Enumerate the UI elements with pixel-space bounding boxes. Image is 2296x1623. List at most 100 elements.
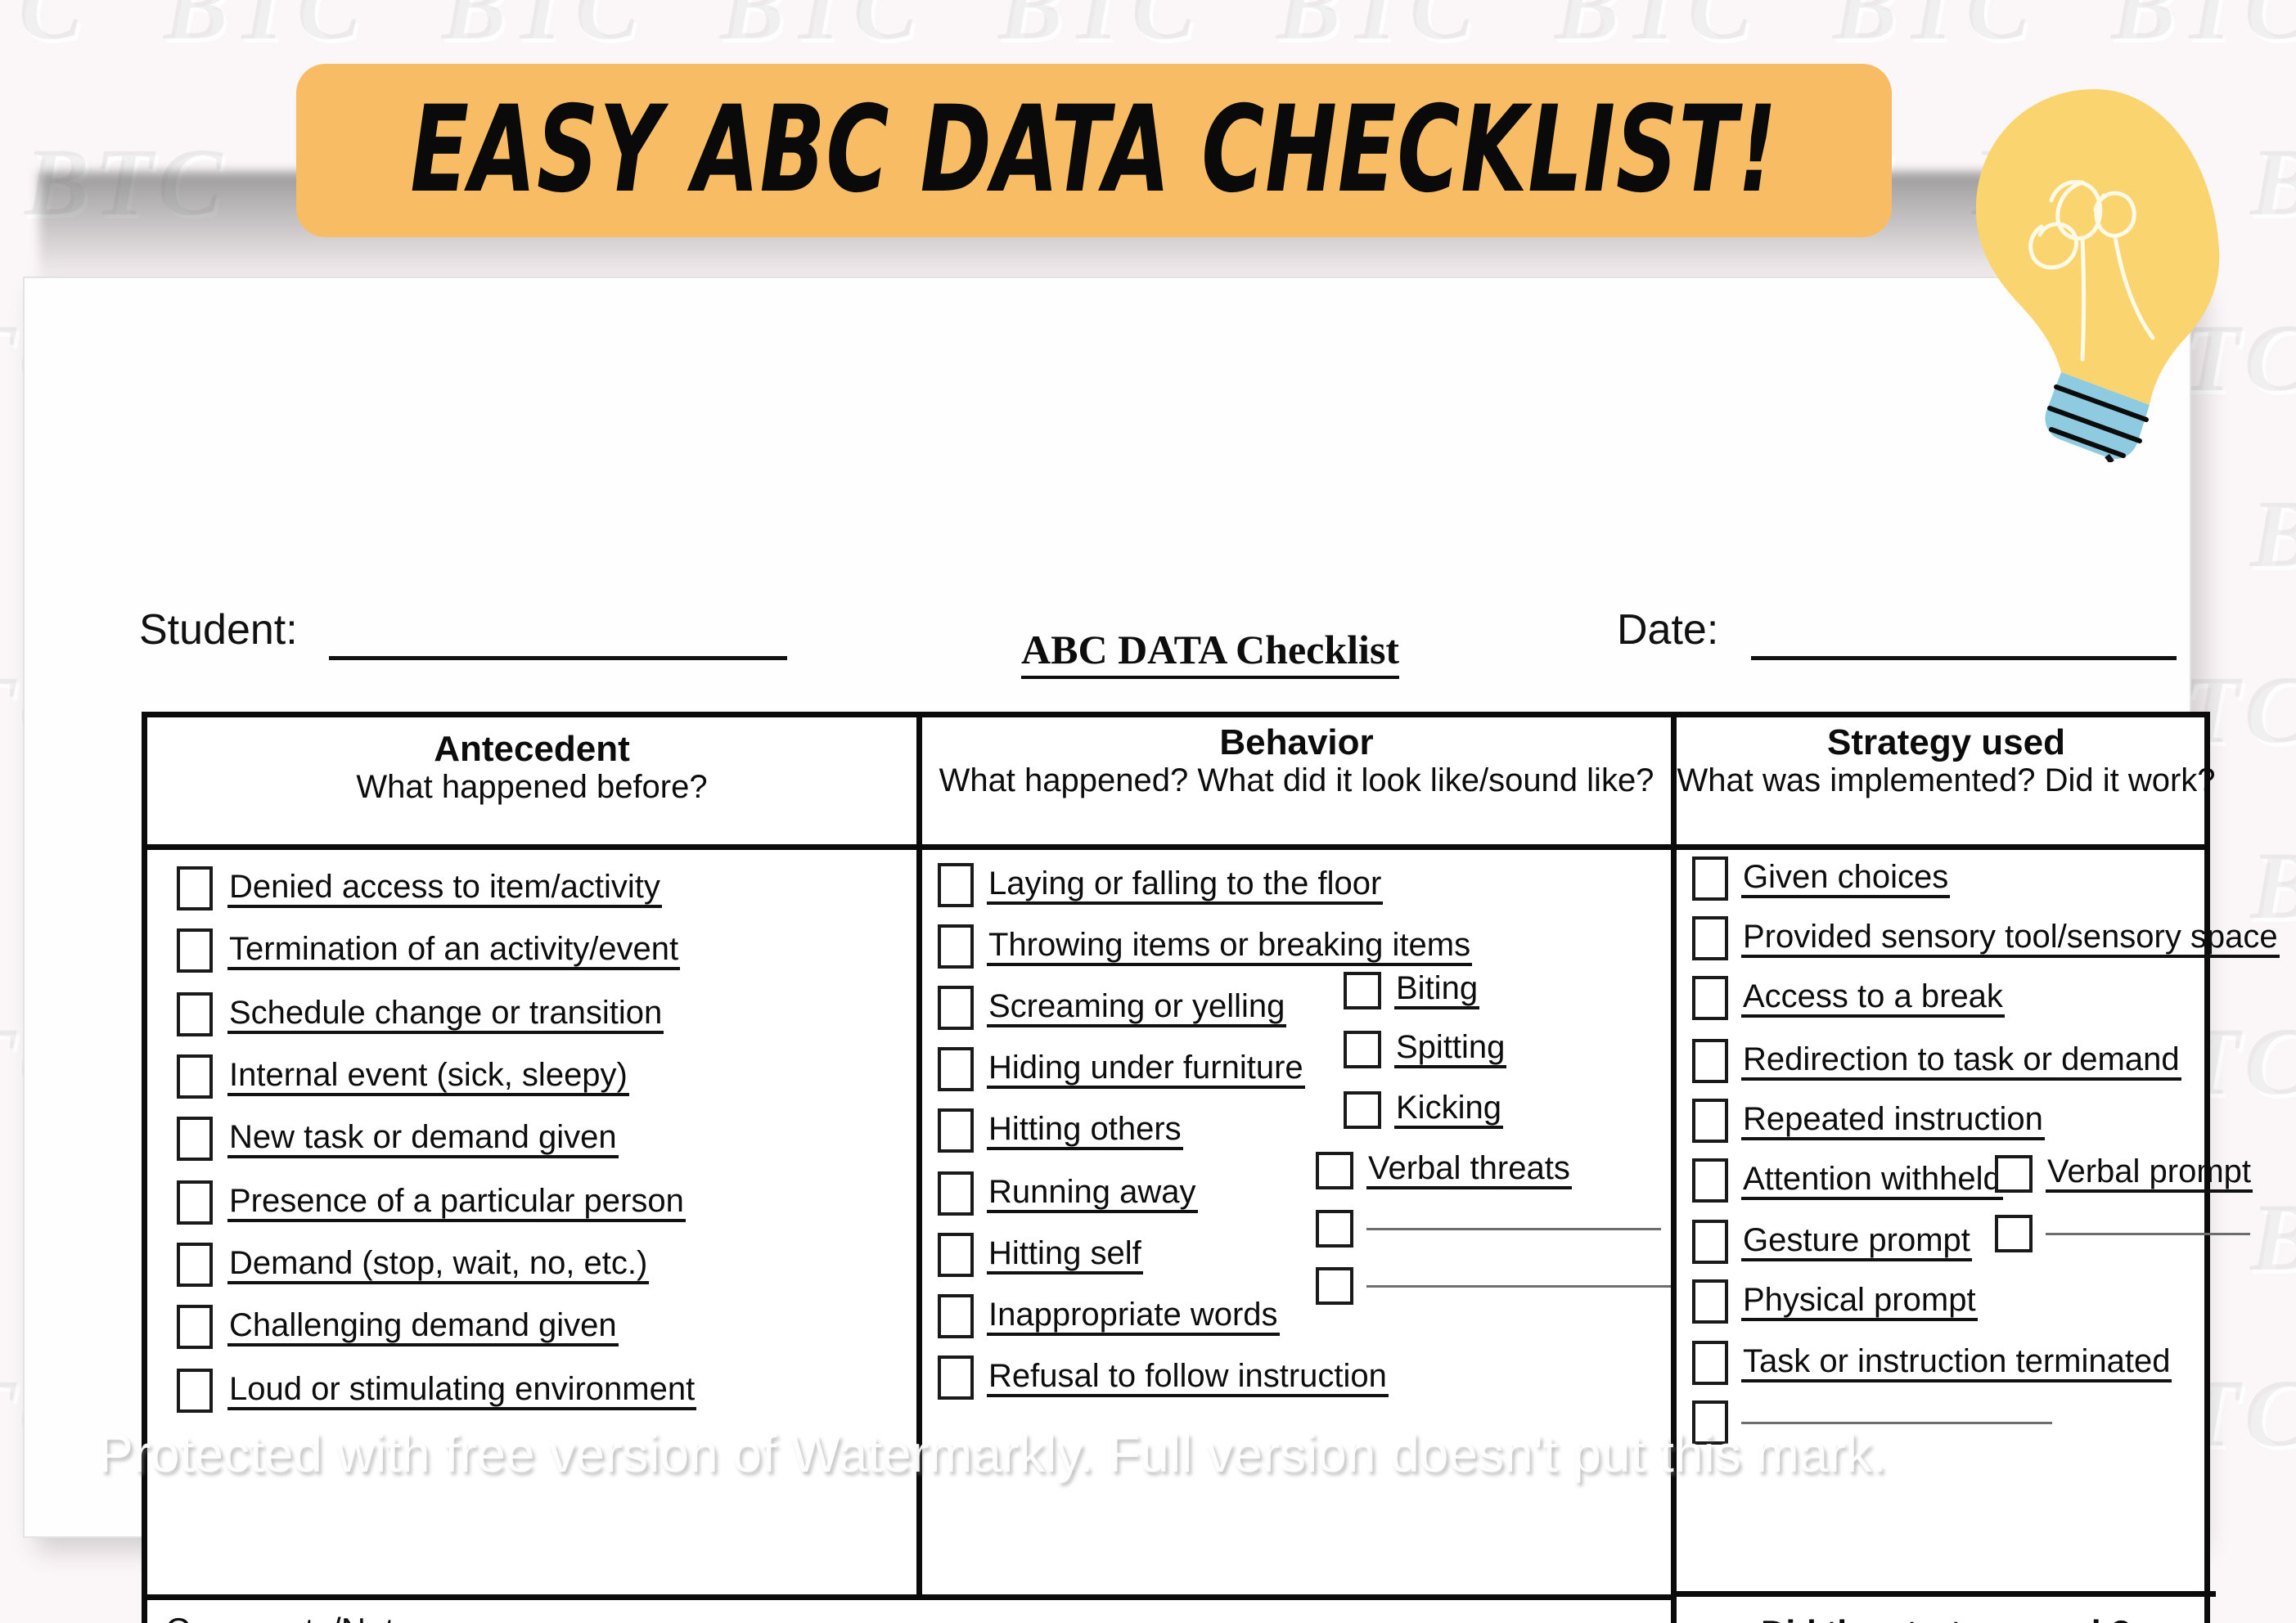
checklist-item[interactable]: Attention withheld — [1692, 1158, 2003, 1203]
checkbox[interactable] — [1692, 1400, 1728, 1445]
checkbox[interactable] — [1692, 976, 1728, 1020]
antecedent-title: Antecedent — [434, 729, 630, 769]
checkbox[interactable] — [1995, 1154, 2033, 1193]
title-banner: EASY ABC DATA CHECKLIST! — [296, 64, 1892, 237]
checkbox[interactable] — [1316, 1210, 1353, 1248]
checkbox[interactable] — [938, 1047, 974, 1091]
checklist-item-label: Verbal prompt — [2046, 1154, 2253, 1193]
abc-table: Antecedent What happened before? Behavio… — [142, 712, 2280, 1623]
checkbox[interactable] — [1344, 1090, 1381, 1129]
checklist-item-label: Physical prompt — [1741, 1283, 1978, 1321]
strategy-rule — [1671, 1591, 2216, 1597]
checklist-item[interactable]: Redirection to task or demand — [1692, 1039, 2181, 1083]
checklist-item[interactable]: Spitting — [1344, 1030, 1507, 1068]
checklist-item[interactable]: Running away — [938, 1171, 1198, 1216]
btc-watermark-tile: BTC — [1833, 0, 2036, 60]
body-rule — [147, 1594, 1671, 1600]
checkbox[interactable] — [177, 1054, 213, 1099]
checklist-item[interactable]: Presence of a particular person — [177, 1180, 686, 1225]
checklist-item[interactable]: Provided sensory tool/sensory space — [1692, 916, 2280, 960]
checklist-item[interactable]: Demand (stop, wait, no, etc.) — [177, 1243, 650, 1287]
checkbox[interactable] — [1995, 1215, 2033, 1252]
date-input-line[interactable] — [1751, 656, 2177, 660]
checklist-item-label: Gesture prompt — [1741, 1223, 1972, 1261]
checkbox[interactable] — [177, 992, 213, 1036]
checklist-item[interactable]: Hitting others — [938, 1108, 1183, 1153]
write-in-line[interactable] — [1741, 1421, 2052, 1424]
write-in-line[interactable] — [1366, 1284, 1671, 1288]
checklist-item-label: Kicking — [1394, 1090, 1503, 1129]
checklist-item-label: Redirection to task or demand — [1741, 1042, 2181, 1081]
checkbox[interactable] — [177, 1369, 213, 1413]
checklist-item[interactable] — [1995, 1215, 2250, 1252]
checklist-item[interactable] — [1316, 1267, 1671, 1305]
checkbox[interactable] — [1692, 1039, 1728, 1083]
btc-watermark-tile: BTC — [0, 0, 88, 60]
checklist-item[interactable]: Verbal prompt — [1995, 1154, 2253, 1193]
checkbox[interactable] — [1316, 1267, 1353, 1305]
checkbox[interactable] — [177, 1305, 213, 1349]
checkbox[interactable] — [1344, 1030, 1381, 1068]
student-input-line[interactable] — [329, 656, 787, 660]
checklist-item-label: Hitting others — [987, 1112, 1183, 1150]
checkbox[interactable] — [938, 1355, 974, 1400]
checkbox[interactable] — [1316, 1151, 1353, 1189]
checkbox[interactable] — [177, 1243, 213, 1287]
checklist-item[interactable]: Loud or stimulating environment — [177, 1369, 697, 1413]
checkbox[interactable] — [1692, 1158, 1728, 1203]
checkbox[interactable] — [1692, 1099, 1728, 1143]
did-strategy-work-question: Did the strategy work? — [1677, 1613, 2216, 1623]
checklist-item[interactable]: Refusal to follow instruction — [938, 1355, 1389, 1400]
checklist-item[interactable]: New task or demand given — [177, 1117, 619, 1161]
checklist-item[interactable]: Schedule change or transition — [177, 992, 664, 1036]
checklist-item[interactable]: Throwing items or breaking items — [938, 924, 1473, 969]
btc-watermark-tile: BTC — [164, 0, 367, 60]
checklist-item[interactable]: Verbal threats — [1316, 1151, 1572, 1189]
checklist-item[interactable]: Inappropriate words — [938, 1294, 1280, 1338]
checkbox[interactable] — [938, 1294, 974, 1338]
checklist-item[interactable]: Given choices — [1692, 856, 1951, 901]
checklist-item[interactable]: Gesture prompt — [1692, 1220, 1972, 1264]
checklist-item-label: Repeated instruction — [1741, 1102, 2045, 1140]
checkbox[interactable] — [177, 928, 213, 973]
checkbox[interactable] — [1692, 1341, 1728, 1385]
checklist-item[interactable]: Task or instruction terminated — [1692, 1341, 2172, 1385]
comments-label: Comments/Notes: — [165, 1611, 440, 1623]
checkbox[interactable] — [177, 866, 213, 910]
checkbox[interactable] — [1692, 856, 1728, 901]
checklist-item[interactable]: Termination of an activity/event — [177, 928, 681, 973]
checklist-item[interactable]: Laying or falling to the floor — [938, 863, 1384, 907]
checklist-item[interactable]: Access to a break — [1692, 976, 2005, 1020]
checkbox[interactable] — [1692, 916, 1728, 960]
checkbox[interactable] — [177, 1117, 213, 1161]
btc-watermark-tile: BTC — [2111, 0, 2296, 60]
checkbox[interactable] — [938, 1108, 974, 1153]
checkbox[interactable] — [1344, 971, 1381, 1009]
behavior-title: Behavior — [1219, 722, 1374, 762]
checkbox[interactable] — [938, 1233, 974, 1277]
checklist-item[interactable]: Hiding under furniture — [938, 1047, 1305, 1091]
checklist-item-label: Refusal to follow instruction — [987, 1359, 1389, 1397]
checklist-item[interactable]: Internal event (sick, sleepy) — [177, 1054, 629, 1099]
checkbox[interactable] — [938, 924, 974, 969]
checklist-item[interactable]: Challenging demand given — [177, 1305, 619, 1349]
checkbox[interactable] — [938, 863, 974, 907]
checkbox[interactable] — [1692, 1220, 1728, 1264]
checkbox[interactable] — [938, 986, 974, 1030]
checklist-item[interactable]: Hitting self — [938, 1233, 1143, 1277]
write-in-line[interactable] — [1366, 1227, 1661, 1230]
write-in-line[interactable] — [2046, 1232, 2250, 1235]
checklist-item[interactable]: Biting — [1344, 971, 1480, 1009]
checkbox[interactable] — [1692, 1279, 1728, 1324]
checklist-item[interactable]: Denied access to item/activity — [177, 866, 662, 910]
checkbox[interactable] — [177, 1180, 213, 1225]
checklist-item[interactable] — [1316, 1210, 1661, 1248]
checklist-item[interactable]: Kicking — [1344, 1090, 1503, 1129]
checklist-item[interactable]: Physical prompt — [1692, 1279, 1978, 1324]
checklist-item-label: Hitting self — [987, 1236, 1143, 1275]
checklist-item[interactable]: Repeated instruction — [1692, 1099, 2045, 1143]
checklist-item[interactable] — [1692, 1400, 2052, 1445]
checkbox[interactable] — [938, 1171, 974, 1216]
checklist-item[interactable]: Screaming or yelling — [938, 986, 1287, 1030]
checklist-item-label: Denied access to item/activity — [227, 870, 662, 908]
